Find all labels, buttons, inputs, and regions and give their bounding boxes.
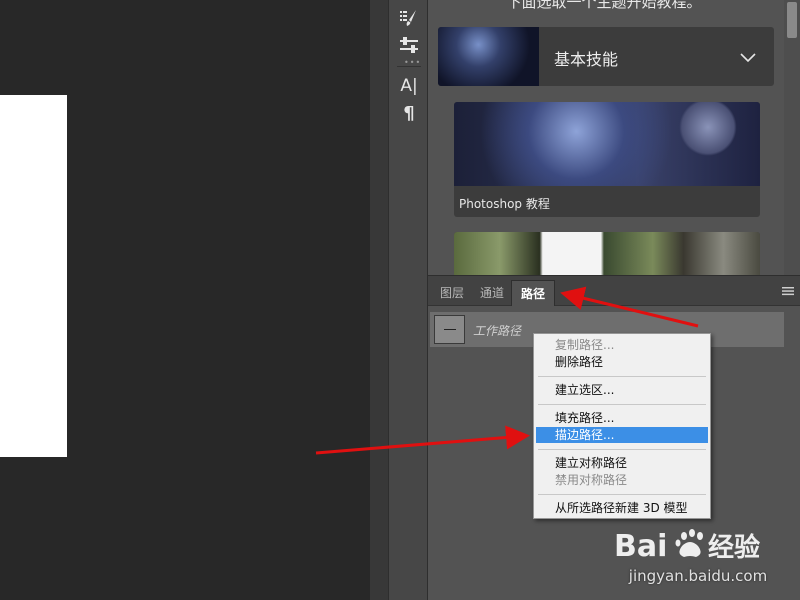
watermark-url: jingyan.baidu.com xyxy=(628,567,768,585)
scrollbar-thumb[interactable] xyxy=(787,2,797,38)
learn-category-basic-skills[interactable]: 基本技能 xyxy=(438,27,774,86)
baidu-logo-icon: Bai 经验 xyxy=(614,529,760,564)
category-title: 基本技能 xyxy=(554,50,619,69)
menu-separator xyxy=(538,376,706,377)
menu-item-duplicate-path[interactable]: 复制路径... xyxy=(536,337,708,353)
menu-separator xyxy=(538,404,706,405)
tab-layers[interactable]: 图层 xyxy=(431,280,473,307)
panel-menu-icon[interactable] xyxy=(782,286,794,296)
tutorial-thumbnail xyxy=(454,102,760,186)
paragraph-icon[interactable]: ¶ xyxy=(397,101,421,125)
menu-item-delete-path[interactable]: 删除路径 xyxy=(536,354,708,370)
svg-text:经验: 经验 xyxy=(708,532,760,563)
tutorial-caption: Photoshop 教程 xyxy=(459,197,550,211)
sliders-icon[interactable] xyxy=(397,33,421,57)
tool-separator xyxy=(397,66,421,67)
menu-item-fill-path[interactable]: 填充路径... xyxy=(536,410,708,426)
chevron-down-icon[interactable] xyxy=(738,47,758,67)
type-tool-icon[interactable]: A| xyxy=(397,74,421,98)
path-thumbnail-line xyxy=(444,329,456,330)
menu-separator xyxy=(538,494,706,495)
menu-item-make-selection[interactable]: 建立选区... xyxy=(536,382,708,398)
menu-separator xyxy=(538,449,706,450)
menu-item-stroke-path[interactable]: 描边路径... xyxy=(536,427,708,443)
menu-item-new-3d-model[interactable]: 从所选路径新建 3D 模型 xyxy=(536,500,708,516)
category-thumbnail xyxy=(438,27,539,86)
path-thumbnail xyxy=(434,315,465,344)
type-tool-glyph: A| xyxy=(400,76,418,96)
document-canvas-area[interactable] xyxy=(0,0,370,600)
tutorial-thumbnail xyxy=(454,232,760,275)
document-canvas[interactable] xyxy=(0,95,67,457)
tab-channels[interactable]: 通道 xyxy=(471,280,513,307)
tutorial-card[interactable]: Photoshop 教程 xyxy=(454,102,760,217)
menu-item-make-symmetry-path[interactable]: 建立对称路径 xyxy=(536,455,708,471)
tab-paths[interactable]: 路径 xyxy=(511,280,556,307)
baidu-jingyan-watermark: Bai 经验 jingyan.baidu.com xyxy=(612,524,784,588)
panel-tool-strip: ••• A| ¶ xyxy=(388,0,428,600)
brush-list-icon[interactable] xyxy=(397,6,421,30)
path-context-menu: 复制路径... 删除路径 建立选区... 填充路径... 描边路径... 建立对… xyxy=(533,333,711,519)
learn-heading: 下面选取一个主题开始教程。 xyxy=(506,0,702,11)
tutorial-card[interactable] xyxy=(454,232,760,275)
menu-item-disable-symmetry-path[interactable]: 禁用对称路径 xyxy=(536,472,708,488)
svg-text:Bai: Bai xyxy=(614,529,667,564)
paths-panel-tab-bar: 图层 通道 路径 xyxy=(428,275,800,307)
learn-panel-scrollbar[interactable] xyxy=(784,0,800,275)
path-name: 工作路径 xyxy=(473,324,522,338)
learn-panel: 下面选取一个主题开始教程。 基本技能 Photoshop 教程 xyxy=(428,0,800,275)
panel-divider[interactable] xyxy=(370,0,388,600)
paragraph-glyph: ¶ xyxy=(403,102,415,124)
